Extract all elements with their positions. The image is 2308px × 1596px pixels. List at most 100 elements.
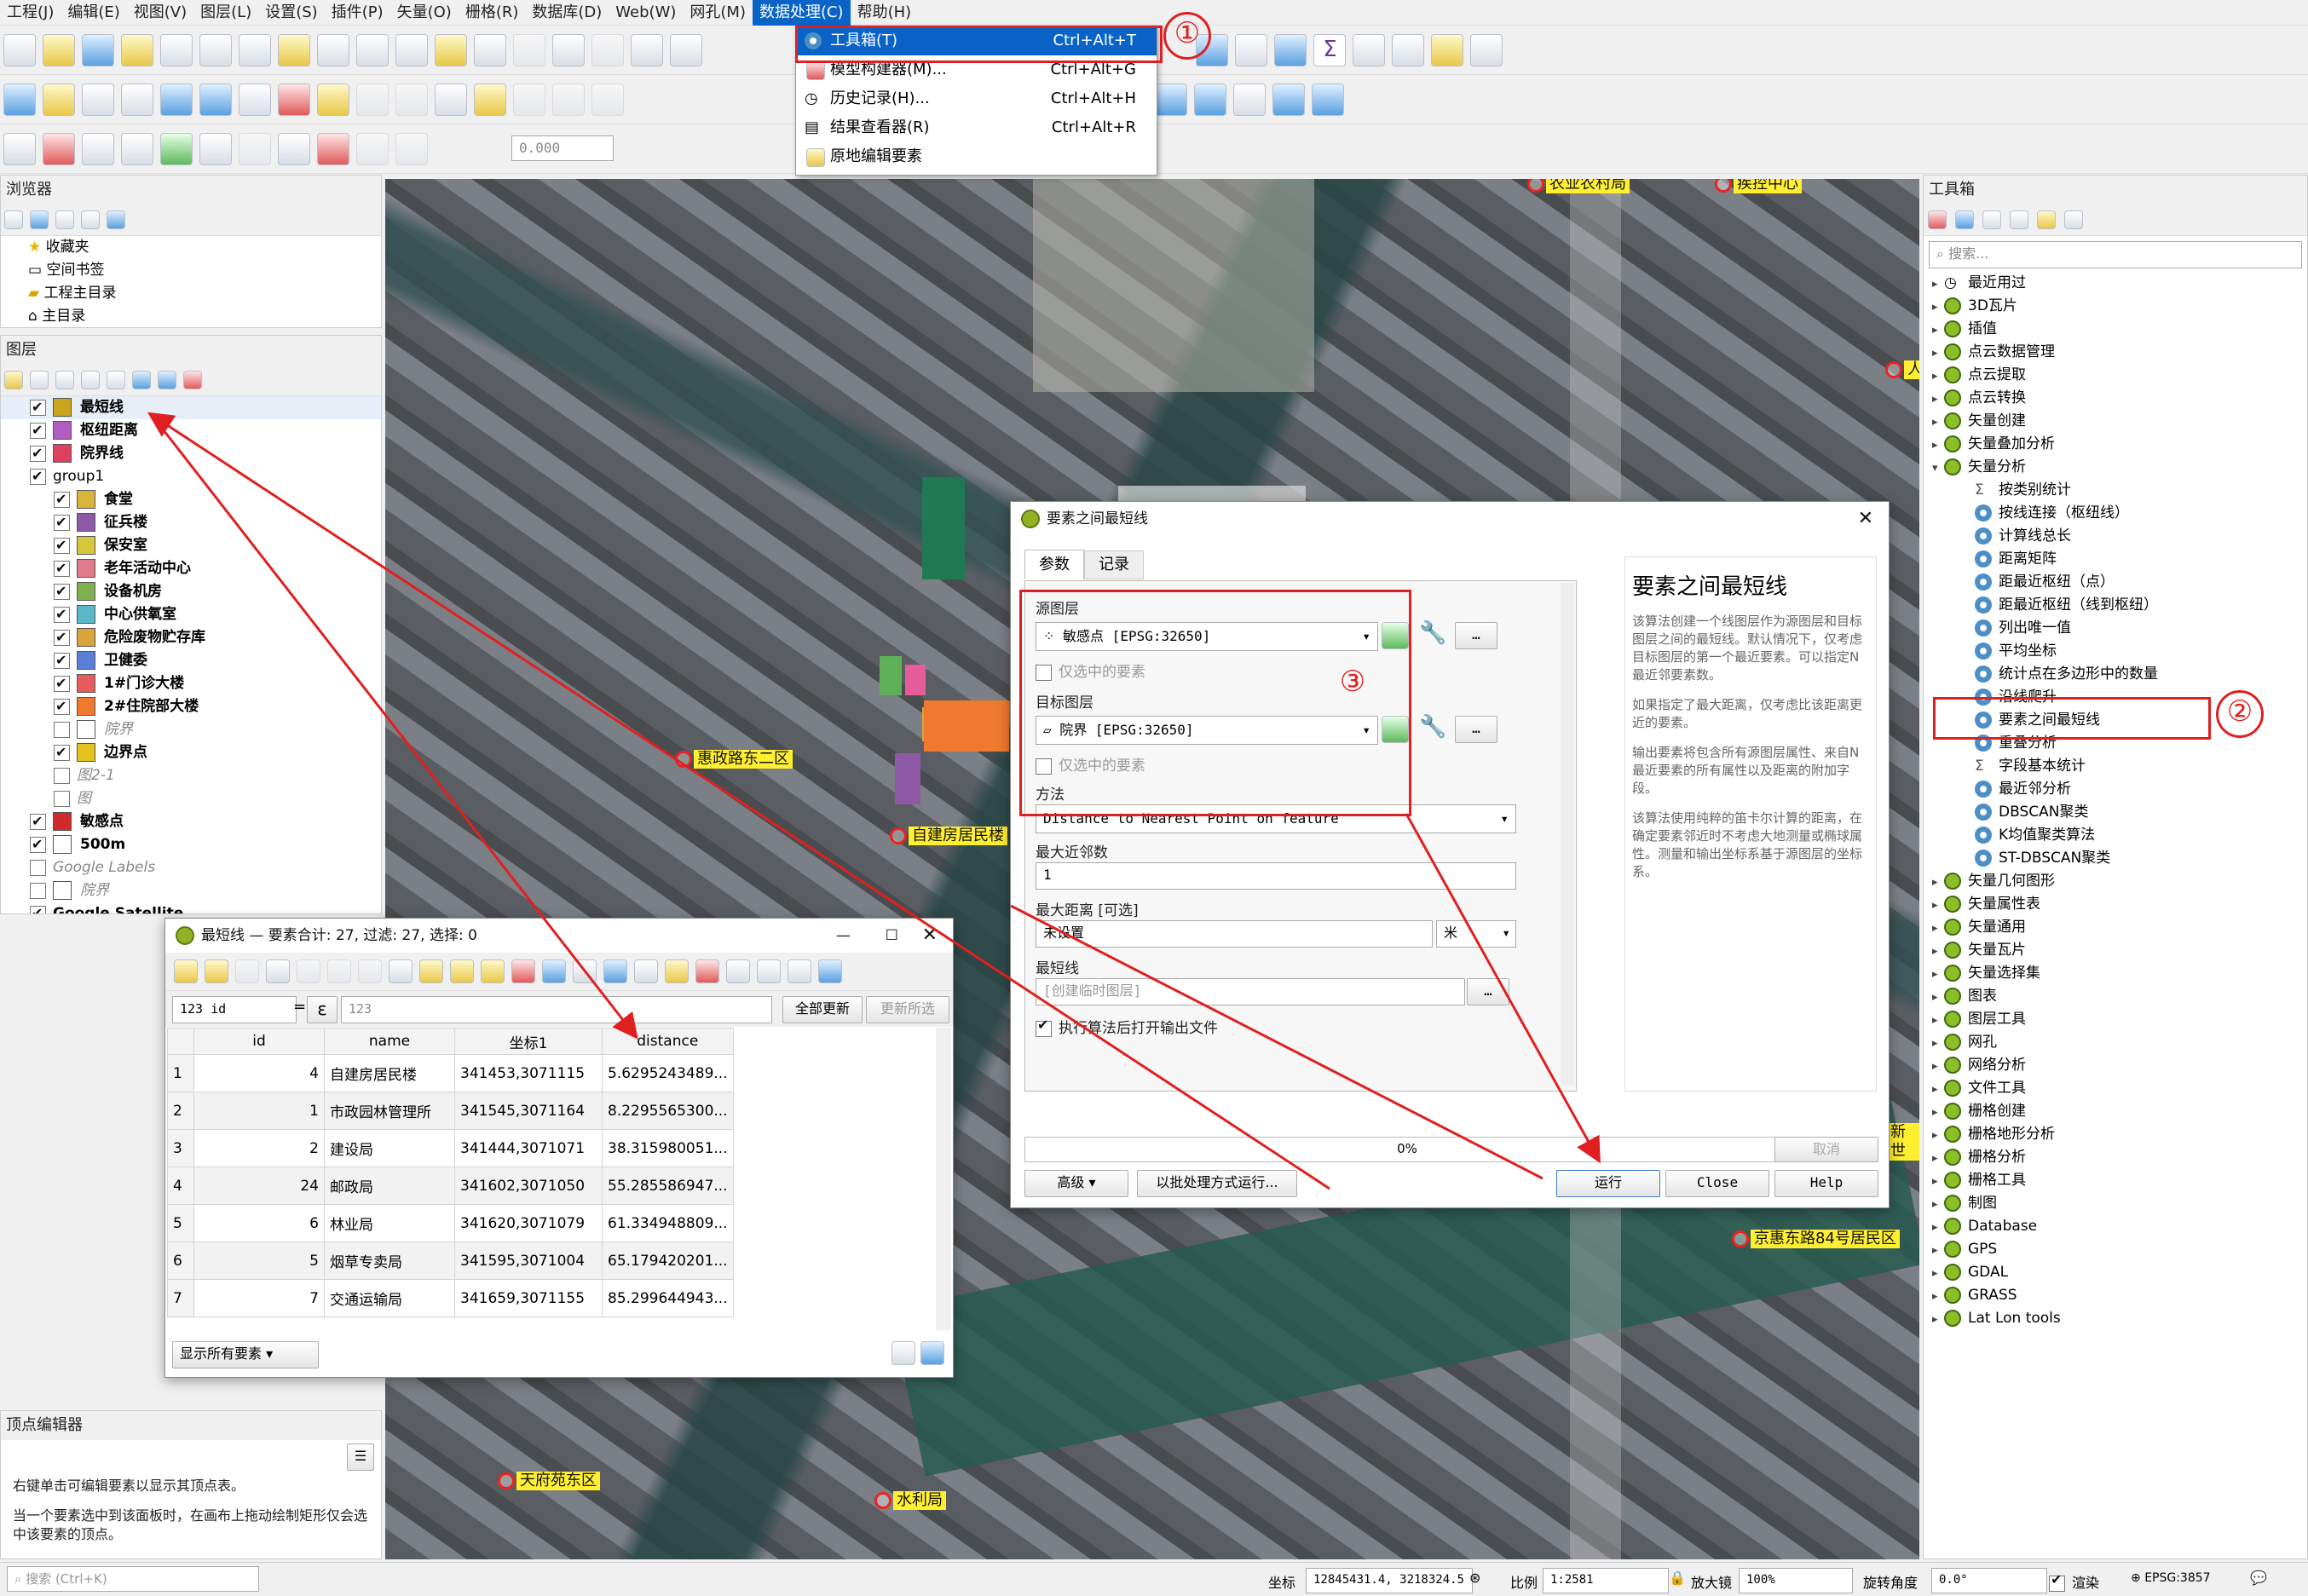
crs-button[interactable]: ⊕ EPSG:3857 <box>2131 1571 2211 1585</box>
layer-item[interactable]: 敏感点 <box>1 810 381 833</box>
ro-icon[interactable] <box>395 133 428 165</box>
wrench-icon[interactable] <box>278 133 310 165</box>
rotation-field[interactable]: 0.0° <box>1931 1568 2047 1593</box>
geo-search-icon[interactable] <box>1155 84 1188 116</box>
toolbox-group[interactable]: ▸ 矢量属性表 <box>1924 893 2307 916</box>
zoom-in-icon[interactable] <box>317 34 349 66</box>
render-toggle[interactable]: 渲染 <box>2049 1571 2099 1592</box>
layer-item[interactable]: 院界 <box>1 718 381 741</box>
show-all-features-button[interactable]: 显示所有要素 ▾ <box>172 1341 319 1368</box>
menu-web[interactable]: Web(W) <box>609 0 683 26</box>
table-cell[interactable]: 341602,3071050 <box>454 1167 603 1205</box>
add-group-icon[interactable] <box>30 371 49 389</box>
table-cell[interactable]: 市政园林管理所 <box>324 1092 455 1130</box>
toolbox-group[interactable]: ▸ ◷ 最近用过 <box>1924 272 2307 295</box>
table-cell[interactable]: 341453,3071115 <box>454 1054 603 1092</box>
layer-item[interactable]: 食堂 <box>1 487 381 511</box>
zoom-next-icon[interactable] <box>591 34 624 66</box>
open-after-run[interactable]: 执行算法后打开输出文件 <box>1036 1016 1218 1037</box>
digitize-vertex-icon[interactable] <box>82 84 114 116</box>
table-cell[interactable]: 61.334948809... <box>602 1204 734 1242</box>
target-options-button[interactable]: … <box>1455 716 1497 743</box>
locator-search[interactable]: ⌕ 搜索 (Ctrl+K) <box>7 1566 259 1592</box>
lock-icon[interactable]: 🔒 <box>1669 1570 1686 1586</box>
table-row[interactable]: 4 24 邮政局 341602,3071050 55.285586947... <box>167 1167 734 1205</box>
menu-help[interactable]: 帮助(H) <box>851 0 919 26</box>
menu-settings[interactable]: 设置(S) <box>258 0 324 26</box>
toolbox-group[interactable]: ▸ GPS <box>1924 1238 2307 1261</box>
toggle-edit-icon[interactable] <box>174 959 198 983</box>
toolbox-group[interactable]: ▸ 点云转换 <box>1924 387 2307 410</box>
toggle-editing-icon[interactable] <box>317 84 349 116</box>
zoom-select-icon[interactable] <box>121 133 153 165</box>
add-layer-icon[interactable] <box>239 84 271 116</box>
toolbox-group[interactable]: ▸ 文件工具 <box>1924 1077 2307 1100</box>
layer-visibility-checkbox[interactable] <box>30 418 46 441</box>
zoom-full-icon[interactable] <box>395 34 428 66</box>
layer-item[interactable]: 老年活动中心 <box>1 556 381 580</box>
scale-field[interactable]: 1:2581 <box>1543 1568 1669 1593</box>
layer-visibility-checkbox[interactable] <box>54 602 70 625</box>
map-tips-icon[interactable] <box>1431 34 1464 66</box>
new-project-icon[interactable] <box>3 34 36 66</box>
toolbox-algorithm[interactable]: 距最近枢纽（点） <box>1924 571 2307 594</box>
toolbox-group[interactable]: ▸ 矢量几何图形 <box>1924 870 2307 893</box>
add-feature-icon[interactable] <box>395 84 428 116</box>
toolbox-group[interactable]: ▸ 栅格创建 <box>1924 1100 2307 1123</box>
help-icon[interactable] <box>1312 84 1345 116</box>
reload-icon[interactable] <box>266 959 290 983</box>
table-cell[interactable]: 55.285586947... <box>602 1167 734 1205</box>
expand-arrow-icon[interactable]: ▸ <box>1932 1032 1944 1055</box>
zoom-native-icon[interactable] <box>513 34 545 66</box>
run-button[interactable]: 运行 <box>1556 1170 1660 1197</box>
batch-button[interactable]: 以批处理方式运行... <box>1137 1170 1297 1197</box>
table-cell[interactable]: 林业局 <box>324 1204 455 1242</box>
pin-icon[interactable] <box>43 133 75 165</box>
xy-tool-icon[interactable] <box>239 133 271 165</box>
layer-visibility-checkbox[interactable] <box>30 902 46 913</box>
python-console-icon[interactable] <box>1272 84 1306 116</box>
scale-spinbox[interactable]: 0.000 <box>511 135 614 161</box>
expand-arrow-icon[interactable]: ▸ <box>1932 1193 1944 1216</box>
advanced-button[interactable]: 高级 ▾ <box>1024 1170 1128 1197</box>
attr-scrollbar[interactable] <box>936 1028 951 1330</box>
zoom-to-icon[interactable] <box>82 133 114 165</box>
toolbox-group[interactable]: ▸ 点云提取 <box>1924 364 2307 387</box>
zoom-layer-icon[interactable] <box>474 34 506 66</box>
column-header-coord[interactable]: 坐标1 <box>454 1028 603 1055</box>
save-edit-icon[interactable] <box>235 959 259 983</box>
expand-arrow-icon[interactable]: ▸ <box>1932 342 1944 365</box>
unit-select[interactable]: 米 ▾ <box>1436 920 1516 948</box>
layer-visibility-checkbox[interactable] <box>54 671 70 694</box>
table-cell[interactable]: 4 <box>193 1054 325 1092</box>
zoom-out-icon[interactable] <box>356 34 389 66</box>
menu-item-history[interactable]: ◷ 历史记录(H)... Ctrl+Alt+H <box>796 84 1157 113</box>
toolbox-algorithm[interactable]: 列出唯一值 <box>1924 617 2307 640</box>
expand-arrow-icon[interactable]: ▸ <box>1932 388 1944 411</box>
layer-visibility-checkbox[interactable] <box>30 833 46 856</box>
filter-icon[interactable] <box>55 210 74 229</box>
max-neighbors-spin[interactable]: 1 <box>1036 862 1516 890</box>
dock-icon[interactable] <box>788 959 811 983</box>
layer-item[interactable]: 最短线 <box>1 395 381 419</box>
expand-arrow-icon[interactable]: ▸ <box>1932 871 1944 894</box>
pan-to-selection-icon[interactable] <box>278 34 310 66</box>
table-cell[interactable]: 341659,3071155 <box>454 1279 603 1317</box>
toolbox-group[interactable]: ▸ 矢量创建 <box>1924 410 2307 433</box>
layer-item[interactable]: 枢纽距离 <box>1 418 381 442</box>
cancel-button[interactable]: 取消 <box>1774 1137 1878 1162</box>
table-cell[interactable]: 341620,3071079 <box>454 1204 603 1242</box>
vertex-tool-icon[interactable] <box>435 84 467 116</box>
measure-icon[interactable] <box>1392 34 1425 66</box>
dialog-close-icon[interactable]: ✕ <box>1858 502 1873 536</box>
browser-item-project-home[interactable]: ▰ 工程主目录 <box>1 282 381 305</box>
toolbox-group[interactable]: ▸ Lat Lon tools <box>1924 1307 2307 1330</box>
expand-arrow-icon[interactable]: ▸ <box>1932 319 1944 342</box>
expression-input[interactable]: 123 <box>341 996 772 1023</box>
remove-layer-icon[interactable] <box>183 371 202 389</box>
select-features-icon[interactable] <box>160 133 193 165</box>
expand-arrow-icon[interactable]: ▸ <box>1932 434 1944 457</box>
data-source-manager-icon[interactable] <box>3 84 36 116</box>
binoculars-icon[interactable] <box>1233 84 1267 116</box>
visibility-icon[interactable] <box>55 371 74 389</box>
